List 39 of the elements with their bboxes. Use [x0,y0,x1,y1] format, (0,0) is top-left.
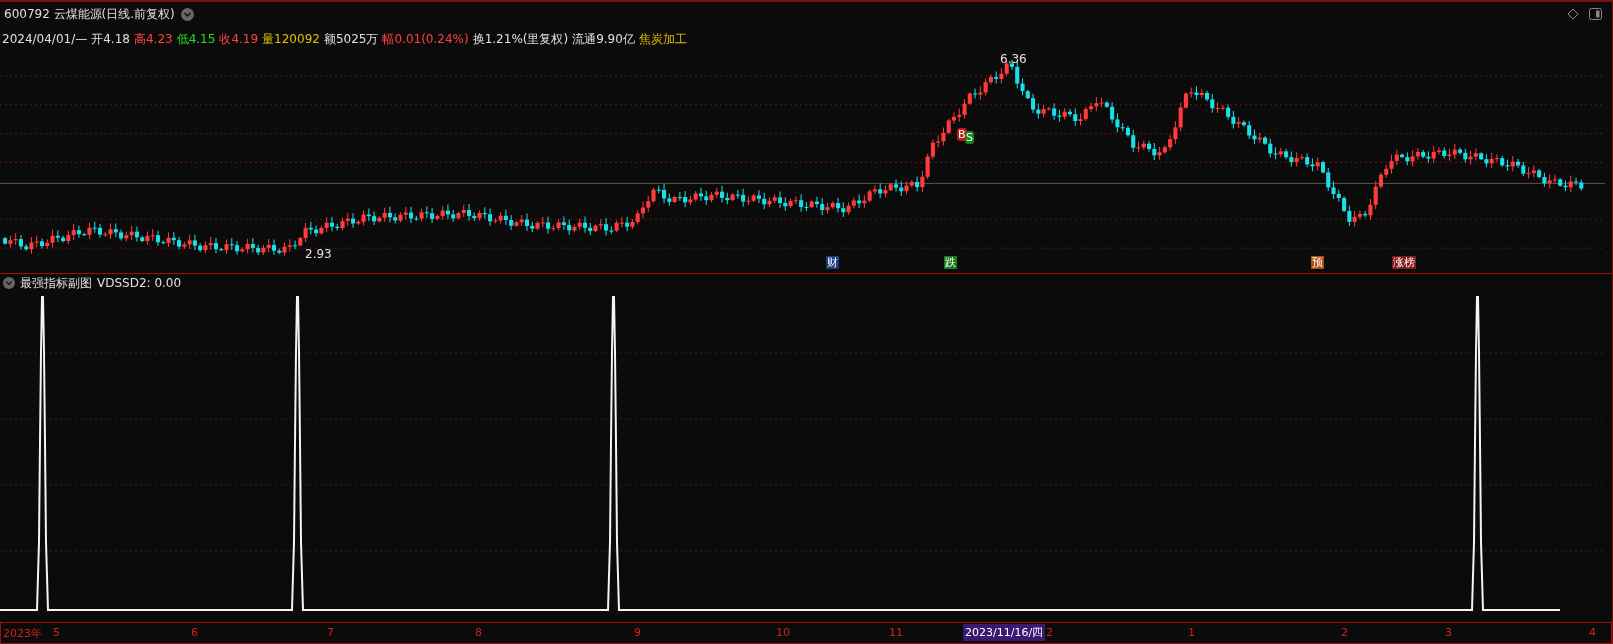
cursor-date: 2023/11/16/四 [963,624,1046,641]
indicator-title: 最强指标副图 [20,274,92,292]
month-tick: 9 [634,626,641,639]
month-tick: 1 [1188,626,1195,639]
event-badge[interactable]: 预 [1311,256,1324,269]
stock-title: 600792 云煤能源(日线.前复权) [4,5,175,23]
quote-date: 2024/04/01/— [2,32,88,46]
month-tick: 7 [327,626,334,639]
month-tick: 4 [1589,626,1596,639]
indicator-reading: VDSSD2: 0.00 [97,276,182,290]
event-badge[interactable]: 财 [826,256,839,269]
month-tick: 11 [889,626,903,639]
dropdown-icon[interactable] [3,277,15,289]
industry-tag: 焦炭加工 [638,30,687,48]
month-tick: 2 [1341,626,1348,639]
year-label: 2023年 [3,626,42,641]
event-badge[interactable]: 跌 [944,256,957,269]
month-tick: 6 [191,626,198,639]
quote-field: 高4.23 [133,30,173,48]
quote-field: 幅0.01(0.24%) [382,30,469,48]
quote-field: 流通9.90亿 [572,30,635,48]
quote-field: 量120092 [262,30,320,48]
quote-field: 换1.21%(里复权) [472,30,569,48]
high-price-label: 6.36 [1000,52,1027,66]
event-badge[interactable]: 涨榜 [1392,256,1416,269]
diamond-icon[interactable] [1567,8,1579,20]
dropdown-icon[interactable] [180,7,194,21]
month-tick: 3 [1445,626,1452,639]
panel-toggle-icon[interactable] [1589,8,1602,20]
month-tick: 8 [475,626,482,639]
quote-field: 额5025万 [323,30,379,48]
quote-field: 低4.15 [176,30,216,48]
signal-badge: S [965,131,974,144]
quote-field: 收4.19 [219,30,259,48]
month-tick: 10 [776,626,790,639]
month-tick: 5 [53,626,60,639]
quote-field: 开4.18 [91,30,130,48]
low-price-label: 2.93 [305,247,332,261]
month-tick: 2 [1046,626,1053,639]
